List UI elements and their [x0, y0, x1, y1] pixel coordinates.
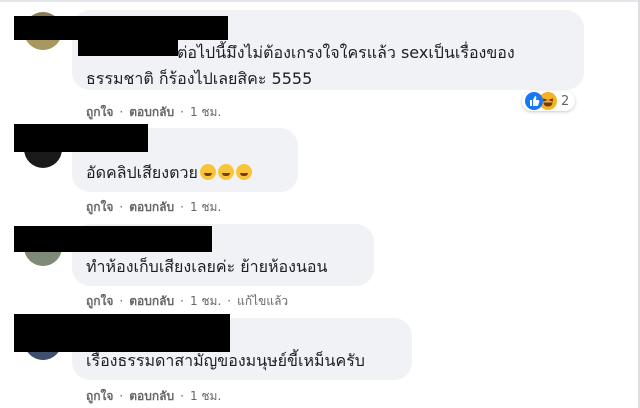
top-border — [0, 0, 640, 2]
redacted-author-name — [14, 226, 212, 252]
redacted-author-name — [14, 314, 230, 352]
separator: · — [180, 294, 184, 308]
comment-text-line-2: ธรรมชาติ ก็ร้องไปเลยสิคะ 5555 — [86, 69, 313, 88]
like-icon — [525, 92, 543, 110]
separator: · — [119, 105, 124, 119]
grinning-sweat-emoji-icon — [235, 164, 252, 180]
timestamp[interactable]: 1 ชม. — [190, 103, 221, 122]
separator: · — [227, 294, 232, 308]
separator: · — [180, 105, 184, 119]
separator: · — [119, 294, 124, 308]
comment-text: ทำห้องเก็บเสียงเลยค่ะ ย้ายห้องนอน — [86, 257, 328, 276]
separator: · — [119, 389, 124, 403]
reaction-summary[interactable]: 2 — [522, 91, 576, 111]
reply-link[interactable]: ตอบกลับ — [129, 103, 174, 122]
grinning-sweat-emoji-icon — [217, 164, 234, 180]
timestamp[interactable]: 1 ชม. — [190, 198, 221, 217]
comment-actions: ถูกใจ · ตอบกลับ · 1 ชม. — [86, 198, 221, 217]
edited-label[interactable]: แก้ไขแล้ว — [237, 292, 288, 311]
grinning-sweat-emoji-icon — [199, 164, 216, 180]
like-link[interactable]: ถูกใจ — [86, 103, 113, 122]
comment-text-content: อัดคลิปเสียงตวย — [86, 163, 198, 182]
like-link[interactable]: ถูกใจ — [86, 292, 113, 311]
timestamp[interactable]: 1 ชม. — [190, 387, 221, 406]
comment-text: อัดคลิปเสียงตวย — [86, 160, 252, 186]
redacted-author-name-extension — [78, 34, 178, 56]
comment-actions: ถูกใจ · ตอบกลับ · 1 ชม. — [86, 103, 221, 122]
comment-text-line-1: ต่อไปนี้มึงไม่ต้องเกรงใจใครแล้ว sexเป็นเ… — [177, 43, 515, 62]
separator: · — [180, 389, 184, 403]
separator: · — [180, 200, 184, 214]
like-link[interactable]: ถูกใจ — [86, 198, 113, 217]
redacted-author-name — [14, 124, 148, 152]
like-link[interactable]: ถูกใจ — [86, 387, 113, 406]
reply-link[interactable]: ตอบกลับ — [129, 198, 174, 217]
comment-actions: ถูกใจ · ตอบกลับ · 1 ชม. · แก้ไขแล้ว — [86, 292, 288, 311]
reply-link[interactable]: ตอบกลับ — [129, 292, 174, 311]
separator: · — [119, 200, 124, 214]
reaction-count: 2 — [561, 93, 570, 109]
comment-actions: ถูกใจ · ตอบกลับ · 1 ชม. — [86, 387, 221, 406]
reply-link[interactable]: ตอบกลับ — [129, 387, 174, 406]
timestamp[interactable]: 1 ชม. — [190, 292, 221, 311]
